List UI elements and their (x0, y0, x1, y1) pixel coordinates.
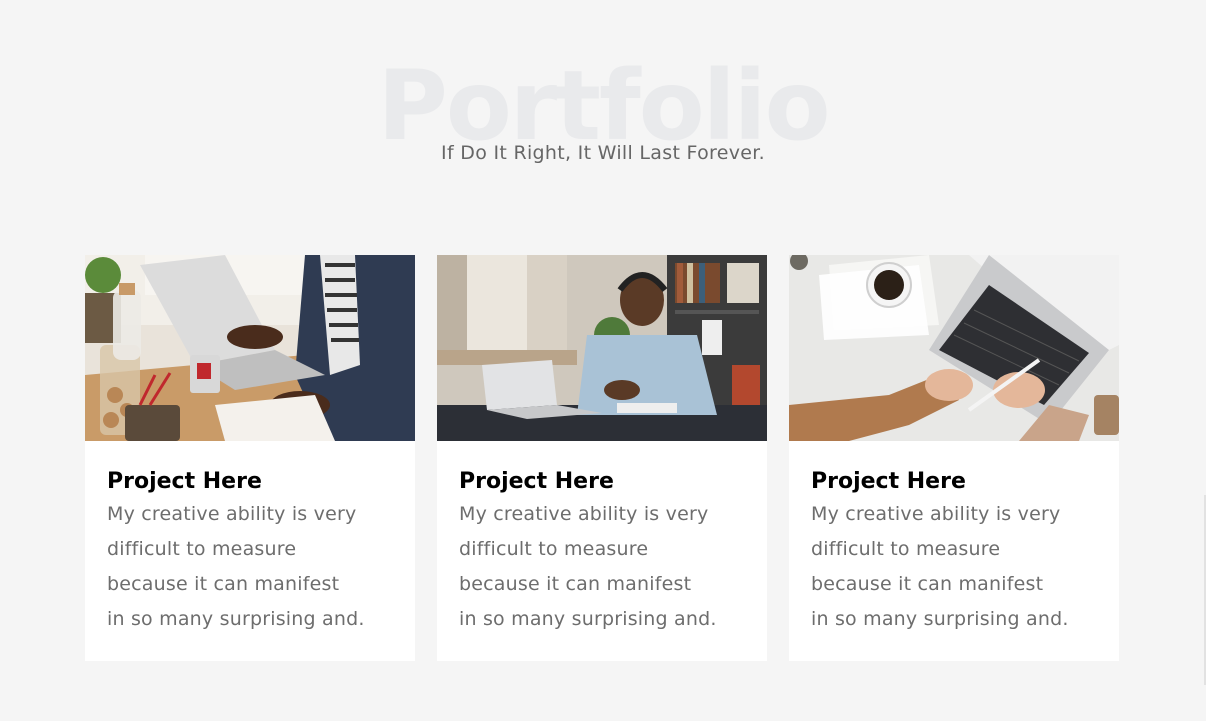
laptop-topdown-photo (789, 255, 1119, 441)
card-body: Project Here My creative ability is very… (437, 441, 767, 637)
card-text-line: difficult to measure (811, 538, 1001, 560)
card-text-line: My creative ability is very (811, 503, 1061, 525)
portfolio-section: Portfolio If Do It Right, It Will Last F… (0, 0, 1206, 721)
card-title[interactable]: Project Here (459, 467, 745, 497)
project-card[interactable]: Project Here My creative ability is very… (437, 255, 767, 661)
man-with-headphones-photo (437, 255, 767, 441)
project-cards: Project Here My creative ability is very… (85, 255, 1119, 661)
project-card[interactable]: Project Here My creative ability is very… (789, 255, 1119, 661)
card-description: My creative ability is very difficult to… (811, 497, 1097, 637)
portfolio-subtitle: If Do It Right, It Will Last Forever. (441, 142, 765, 164)
card-text-line: in so many surprising and. (107, 608, 365, 630)
card-description: My creative ability is very difficult to… (107, 497, 393, 637)
card-text-line: difficult to measure (459, 538, 649, 560)
card-title[interactable]: Project Here (811, 467, 1097, 497)
project-card[interactable]: Project Here My creative ability is very… (85, 255, 415, 661)
card-text-line: My creative ability is very (459, 503, 709, 525)
card-body: Project Here My creative ability is very… (85, 441, 415, 637)
card-text-line: because it can manifest (811, 573, 1044, 595)
card-text-line: in so many surprising and. (459, 608, 717, 630)
portfolio-watermark-title: Portfolio (377, 50, 830, 162)
card-description: My creative ability is very difficult to… (459, 497, 745, 637)
card-text-line: My creative ability is very (107, 503, 357, 525)
card-text-line: because it can manifest (459, 573, 692, 595)
workspace-laptop-photo (85, 255, 415, 441)
card-body: Project Here My creative ability is very… (789, 441, 1119, 637)
card-text-line: difficult to measure (107, 538, 297, 560)
card-title[interactable]: Project Here (107, 467, 393, 497)
card-text-line: because it can manifest (107, 573, 340, 595)
card-text-line: in so many surprising and. (811, 608, 1069, 630)
